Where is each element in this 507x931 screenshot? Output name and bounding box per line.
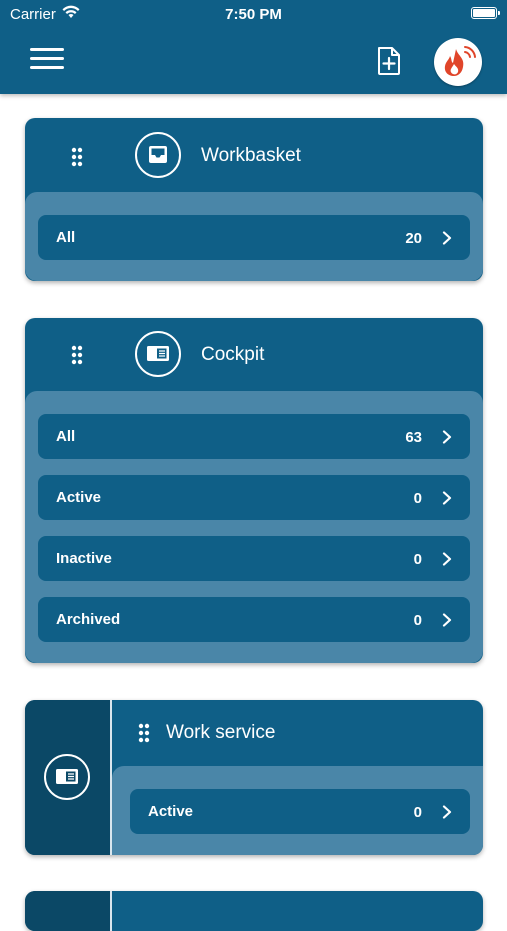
list-item[interactable]: Archived 0 (38, 597, 470, 642)
chevron-right-icon (442, 613, 452, 627)
drag-handle-icon[interactable] (71, 345, 83, 365)
row-label: Active (148, 803, 194, 820)
cockpit-card: Cockpit All 63 Active 0 Inactive 0 Archi… (25, 318, 483, 663)
dashboard-icon (44, 754, 90, 800)
next-card-partial (25, 891, 483, 931)
chevron-right-icon (442, 552, 452, 566)
card-body: All 20 (25, 192, 483, 281)
row-label: Active (56, 489, 102, 506)
list-item[interactable]: Inactive 0 (38, 536, 470, 581)
row-count: 20 (405, 230, 422, 247)
row-label: Archived (56, 611, 121, 628)
card-title: Work service (166, 722, 276, 743)
drag-handle-icon[interactable] (138, 723, 150, 743)
row-count: 0 (413, 612, 422, 629)
row-count: 0 (413, 551, 422, 568)
list-item[interactable]: Active 0 (130, 789, 470, 834)
app-header: Carrier 7:50 PM (0, 0, 507, 94)
card-title: Cockpit (201, 344, 265, 365)
card-side-panel (25, 891, 112, 931)
row-count: 63 (405, 429, 422, 446)
dashboard-icon (135, 331, 181, 377)
row-label: All (56, 428, 76, 445)
row-label: Inactive (56, 550, 112, 567)
drag-handle-icon[interactable] (71, 147, 83, 167)
hamburger-icon[interactable] (30, 48, 64, 72)
row-count: 0 (413, 490, 422, 507)
card-side-panel (25, 700, 112, 855)
list-item[interactable]: Active 0 (38, 475, 470, 520)
chevron-right-icon (442, 430, 452, 444)
card-body: Active 0 (112, 766, 483, 855)
status-bar: Carrier 7:50 PM (0, 0, 507, 28)
fire-logo-icon (444, 46, 476, 76)
new-document-icon[interactable] (376, 46, 402, 76)
row-count: 0 (413, 804, 422, 821)
work-service-card: Work service Active 0 (25, 700, 483, 855)
battery-icon (471, 7, 500, 19)
list-item[interactable]: All 20 (38, 215, 470, 260)
avatar[interactable] (434, 38, 482, 86)
card-title: Workbasket (201, 145, 301, 166)
row-label: All (56, 229, 76, 246)
chevron-right-icon (442, 231, 452, 245)
chevron-right-icon (442, 491, 452, 505)
chevron-right-icon (442, 805, 452, 819)
clock: 7:50 PM (225, 6, 282, 23)
inbox-icon (135, 132, 181, 178)
workbasket-card: Workbasket All 20 (25, 118, 483, 281)
card-body: All 63 Active 0 Inactive 0 Archived 0 (25, 391, 483, 663)
list-item[interactable]: All 63 (38, 414, 470, 459)
